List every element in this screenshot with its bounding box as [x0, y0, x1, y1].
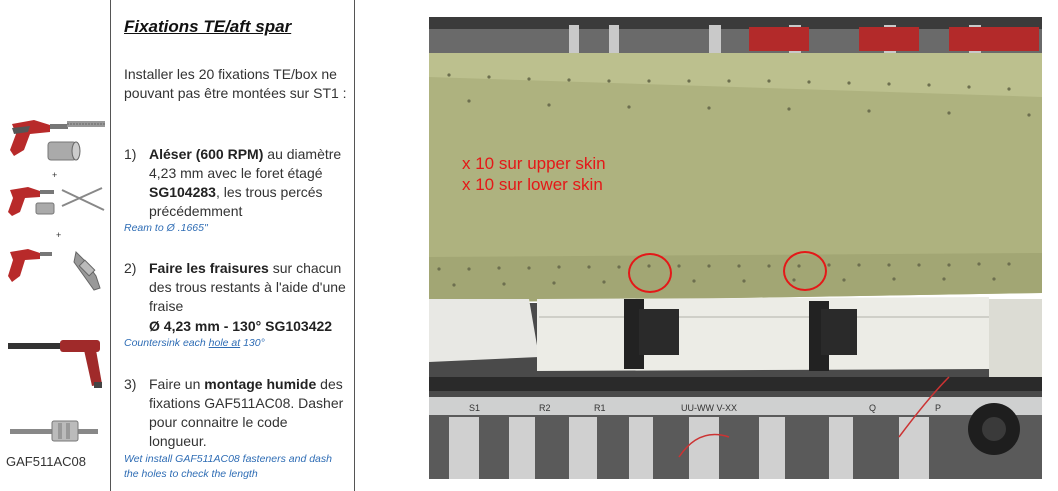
overlay-upper-skin: x 10 sur upper skin — [462, 154, 606, 173]
intro-text: Installer les 20 fixations TE/box ne pou… — [124, 66, 347, 101]
reamer-drill-icon — [10, 120, 105, 161]
left-border — [110, 0, 111, 491]
jig-label-r1: R1 — [594, 403, 606, 413]
step-1-bold: Aléser (600 RPM) — [149, 146, 264, 162]
step-2-spec: Ø 4,23 mm - 130° SG103422 — [149, 318, 333, 334]
step-1-text: Aléser (600 RPM) au diamètre 4,23 mm ave… — [149, 146, 342, 219]
step-3-number: 3) — [124, 376, 137, 392]
rivet-gun-icon — [8, 340, 102, 388]
highlight-circle-left — [628, 253, 672, 293]
jig-text: UU-WW V-XX — [681, 403, 737, 413]
jig-label-r2: R2 — [539, 403, 551, 413]
overlay-lower-skin: x 10 sur lower skin — [462, 175, 603, 194]
step-2-number: 2) — [124, 260, 137, 276]
fastener-icon — [10, 420, 98, 442]
step-2-text: Faire les fraisures sur chacun des trous… — [149, 260, 346, 314]
countersink-drill-icon — [8, 187, 105, 216]
tool-illustrations: + + — [8, 120, 105, 442]
jig-label-s1: S1 — [469, 403, 481, 413]
svg-text:+: + — [52, 170, 57, 180]
step-3-text: Faire un montage humide des fixations GA… — [149, 376, 344, 449]
step-3-bold: montage humide — [204, 376, 317, 392]
svg-text:+: + — [56, 230, 61, 240]
step-2-bold: Faire les fraisures — [149, 260, 269, 276]
right-border — [354, 0, 355, 491]
page-title: Fixations TE/aft spar — [124, 17, 292, 36]
jig-label-p: P — [935, 403, 942, 413]
fastener-label: GAF511AC08 — [6, 454, 86, 469]
jig-label-q: Q — [869, 403, 877, 413]
step-3-english: Wet install GAF511AC08 fasteners and das… — [124, 453, 332, 480]
step-1-number: 1) — [124, 146, 137, 162]
step-1-english: Ream to Ø .1665" — [124, 222, 208, 234]
highlight-circle-right — [783, 251, 827, 291]
microstop-drill-icon — [8, 249, 101, 291]
wing-spar-photo: S1 R2 R1 UU-WW V-XX Q P x 10 sur upper s… — [429, 17, 1042, 479]
step-2-english: Countersink each hole at 130° — [124, 337, 265, 349]
